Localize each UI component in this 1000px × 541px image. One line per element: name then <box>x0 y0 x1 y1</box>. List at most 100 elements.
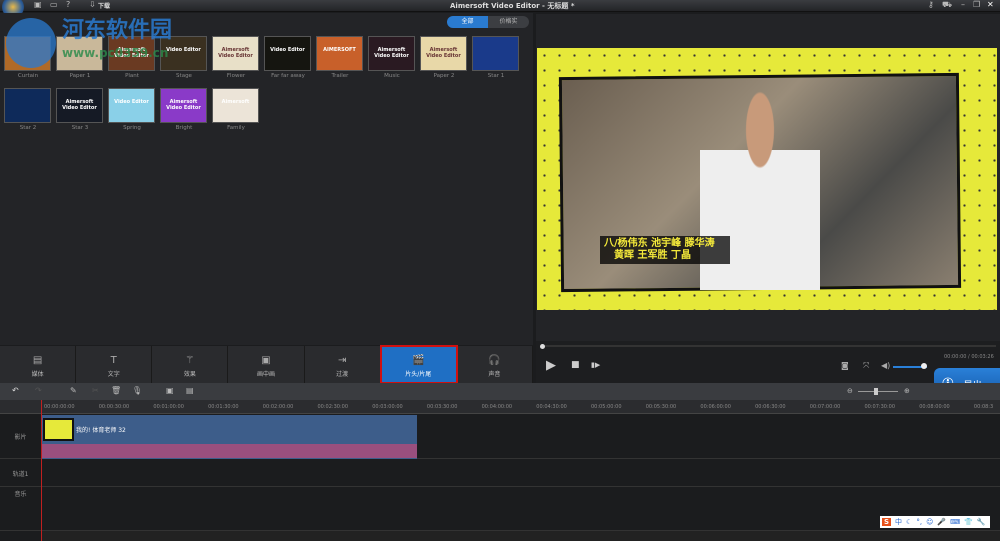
template-thumbnail[interactable] <box>4 88 51 123</box>
stop-icon[interactable]: ■ <box>571 360 580 370</box>
undo-icon[interactable]: ↶ <box>12 386 19 396</box>
skin-icon[interactable]: 👕 <box>964 518 973 526</box>
ruler-tick-label: 00:07:30:00 <box>864 404 896 410</box>
overlay-track: 轨道1 <box>0 459 1000 487</box>
zoom-out-icon[interactable]: ⊖ <box>847 386 853 396</box>
track-label: 轨道1 <box>12 471 29 478</box>
comment-icon[interactable]: ▭ <box>50 0 58 10</box>
template-label: Bright <box>175 125 193 131</box>
timeline-scrollbar[interactable] <box>42 531 1000 541</box>
tab-pip[interactable]: ▣ 画中画 <box>228 346 305 383</box>
play-icon[interactable]: ▶ <box>546 358 556 373</box>
watermark-text: 河东软件园 <box>62 18 173 43</box>
tab-headphones[interactable]: 🎧 声音 <box>457 346 533 383</box>
magic-wand-icon: ⚚ <box>185 355 195 366</box>
close-icon[interactable]: ✕ <box>987 0 994 10</box>
template-thumbnail[interactable]: Aimersoft Video Editor <box>56 88 103 123</box>
thumbnail-caption: Aimersoft Video Editor <box>218 47 253 59</box>
template-label: Spring <box>123 125 141 131</box>
template-thumbnail[interactable]: Video Editor <box>108 88 155 123</box>
tab-magic-wand[interactable]: ⚚ 效果 <box>152 346 229 383</box>
template-thumbnail[interactable]: Aimersoft Video Editor <box>368 36 415 71</box>
save-icon[interactable]: ▣ <box>34 0 42 10</box>
tab-transition[interactable]: ⇥ 过渡 <box>305 346 381 383</box>
punctuation-icon[interactable]: °, <box>916 518 922 526</box>
template-label: Music <box>384 73 400 79</box>
delete-icon[interactable]: 🗑 <box>111 386 121 396</box>
thumbnail-caption: Video Editor <box>270 47 305 53</box>
template-thumbnail[interactable]: Aimersoft Video Editor <box>420 36 467 71</box>
ruler-tick-label: 00:07:00:00 <box>809 404 841 410</box>
minimize-icon[interactable]: – <box>961 0 965 10</box>
template-thumbnail[interactable]: AIMERSOFT <box>316 36 363 71</box>
pip-icon: ▣ <box>261 355 271 366</box>
watermark-logo <box>6 18 56 68</box>
template-thumbnail[interactable]: Aimersoft Video Editor <box>212 36 259 71</box>
tab-label: 媒体 <box>31 371 44 378</box>
time-display: 00:00:00 / 00:03:26 <box>944 354 994 360</box>
tab-text[interactable]: T 文字 <box>76 346 153 383</box>
tab-purchased[interactable]: 价格实 <box>488 16 529 28</box>
thumbnail-caption: Video Editor <box>114 99 149 105</box>
seek-handle[interactable] <box>540 344 545 349</box>
wrench-icon[interactable]: 🔧 <box>977 518 986 526</box>
clip-label: 我的! 体育老师 32 <box>76 427 126 434</box>
tab-label: 过渡 <box>336 371 349 378</box>
fit-icon[interactable]: ▣ <box>166 386 174 396</box>
keyboard-icon[interactable]: ⌨ <box>950 518 960 526</box>
help-icon[interactable]: ? <box>66 0 70 10</box>
moon-icon[interactable]: ☾ <box>906 518 912 526</box>
template-thumbnail[interactable]: Aimersoft <box>212 88 259 123</box>
snapshot-icon[interactable]: ◙ <box>841 361 849 370</box>
ruler-tick-label: 00:02:00:00 <box>262 404 294 410</box>
microphone-icon[interactable]: 🎙 <box>132 386 142 396</box>
ime-toolbar: S 中 ☾ °, ☺ 🎤 ⌨ 👕 🔧 <box>880 516 990 528</box>
thumbnail-caption: Aimersoft Video Editor <box>374 47 409 59</box>
subtitle-line-1: 八/杨伟东 池宇峰 滕华涛 <box>604 238 715 249</box>
sogou-logo[interactable]: S <box>882 518 892 526</box>
thumbnail-caption: Aimersoft Video Editor <box>166 99 201 111</box>
ruler-tick-label: 00:08:00:00 <box>919 404 950 410</box>
cut-icon[interactable]: ✂ <box>92 386 99 396</box>
cart-icon[interactable]: ⛟ <box>942 0 952 10</box>
playback-controls: ▶ ■ ▮▶ ◙ ⤧ ◀) 00:00:00 / 00:03:26 <box>536 341 1000 383</box>
template-label: Curtain <box>17 73 39 79</box>
track-label: 影片 <box>14 434 27 441</box>
zoom-in-icon[interactable]: ⊕ <box>904 386 910 396</box>
tab-all[interactable]: 全部 <box>447 16 488 28</box>
filter-tabs: 全部 价格实 <box>447 16 529 28</box>
fullscreen-icon[interactable]: ⤧ <box>863 361 869 371</box>
ruler-tick-label: 00:03:30:00 <box>426 404 458 410</box>
zoom-slider[interactable] <box>858 391 898 392</box>
settings-icon[interactable]: ▤ <box>186 386 194 396</box>
mic-icon[interactable]: 🎤 <box>937 518 946 526</box>
download-icon[interactable]: ⇩ <box>89 0 96 10</box>
template-label: Star 2 <box>19 125 37 131</box>
title-bar: ▣ ▭ ? ⇩ 下载 Aimersoft Video Editor - 无标题 … <box>0 0 1000 18</box>
next-frame-icon[interactable]: ▮▶ <box>591 361 600 369</box>
ime-mode[interactable]: 中 <box>895 517 902 527</box>
tab-clapper[interactable]: 🎬 片头/片尾 <box>379 345 458 384</box>
ruler-tick-label: 00:03:00:00 <box>372 404 403 410</box>
media-icon: ▤ <box>32 355 43 366</box>
template-thumbnail[interactable]: Aimersoft Video Editor <box>160 88 207 123</box>
template-label: Stage <box>176 73 192 79</box>
redo-icon[interactable]: ↷ <box>35 386 42 396</box>
ruler-tick-label: 00:05:30:00 <box>645 404 677 410</box>
volume-handle[interactable] <box>921 363 927 369</box>
volume-icon[interactable]: ◀) <box>881 361 890 370</box>
ruler-tick-label: 00:02:30:00 <box>317 404 349 410</box>
key-icon[interactable]: ⚷ <box>928 0 934 10</box>
template-thumbnail[interactable]: Video Editor <box>264 36 311 71</box>
restore-icon[interactable]: ❐ <box>973 0 980 10</box>
tab-media[interactable]: ▤ 媒体 <box>0 346 77 383</box>
emoji-icon[interactable]: ☺ <box>926 518 933 526</box>
edit-icon[interactable]: ✎ <box>70 386 77 396</box>
seek-bar[interactable] <box>541 345 996 347</box>
ruler-tick-label: 00:08:3 <box>973 404 994 410</box>
download-button[interactable]: 下载 <box>98 1 110 10</box>
clip-thumbnail <box>43 418 74 441</box>
zoom-handle[interactable] <box>874 388 878 395</box>
template-thumbnail[interactable] <box>472 36 519 71</box>
timeline-ruler[interactable]: 00:00:00:00 00:00:30:00 00:01:00:00 00:01:3… <box>0 400 1000 414</box>
